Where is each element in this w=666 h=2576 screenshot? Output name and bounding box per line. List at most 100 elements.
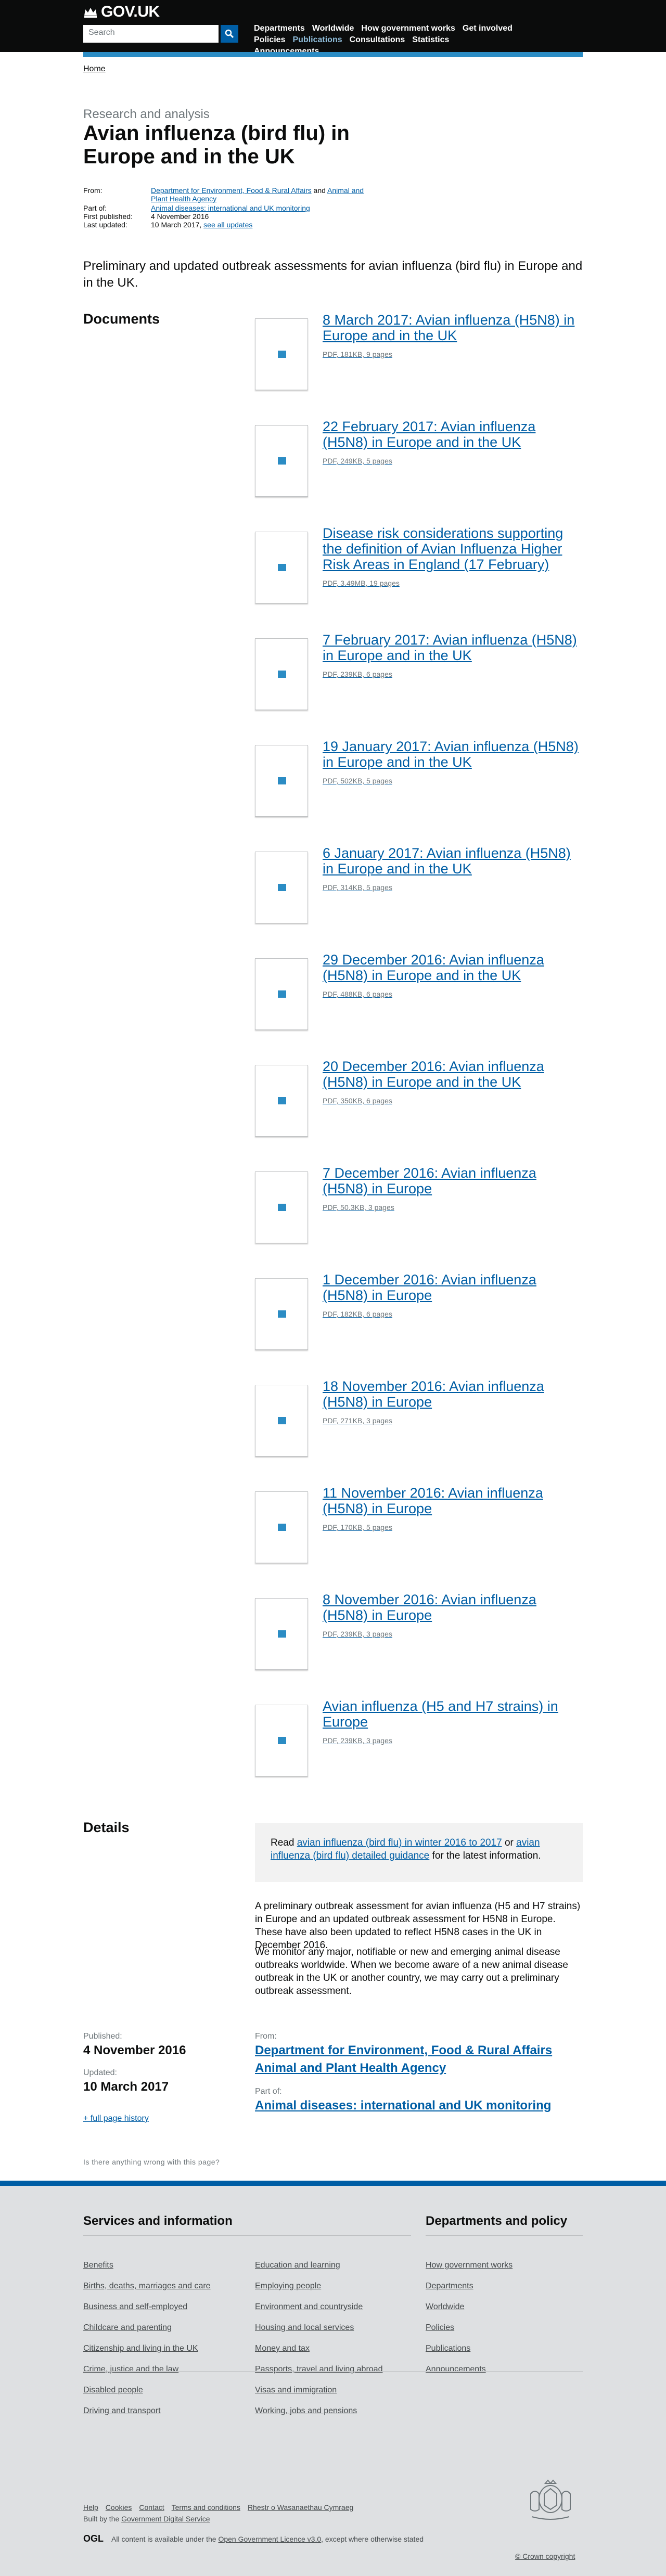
govuk-logo[interactable]: GOV.UK <box>101 3 160 21</box>
search-input[interactable]: Search <box>83 25 219 43</box>
document-icon <box>278 1524 286 1531</box>
footer-link[interactable]: Benefits <box>83 2261 113 2270</box>
document-title-link[interactable]: Avian influenza (H5 and H7 strains) in E… <box>323 1698 558 1730</box>
meta-partof-link[interactable]: Animal diseases: international and UK mo… <box>151 204 310 212</box>
document-thumbnail[interactable] <box>255 1705 308 1776</box>
document-item: 8 March 2017: Avian influenza (H5N8) in … <box>255 312 588 395</box>
footer-link[interactable]: Crime, justice and the law <box>83 2365 178 2374</box>
document-thumbnail[interactable] <box>255 532 308 603</box>
footer-bottom-links: Help Cookies Contact Terms and conditions Rh… <box>83 2503 361 2511</box>
document-thumbnail[interactable] <box>255 1065 308 1137</box>
footer-link[interactable]: How government works <box>426 2261 513 2270</box>
document-meta: PDF, 271KB, 3 pages <box>323 1416 392 1425</box>
document-title-link[interactable]: Disease risk considerations supporting t… <box>323 525 563 572</box>
footer-link[interactable]: Publications <box>426 2344 470 2353</box>
document-icon <box>278 1097 286 1104</box>
meta-see-all-updates-link[interactable]: see all updates <box>203 221 252 229</box>
footer-link[interactable]: Education and learning <box>255 2261 340 2270</box>
document-title-link[interactable]: 22 February 2017: Avian influenza (H5N8)… <box>323 419 535 450</box>
nav-publications[interactable]: Publications <box>292 34 342 46</box>
notice-read: Read <box>271 1837 297 1848</box>
document-title-link[interactable]: 18 November 2016: Avian influenza (H5N8)… <box>323 1379 544 1410</box>
from-apha-link[interactable]: Animal and Plant Health Agency <box>255 2061 446 2076</box>
document-thumbnail[interactable] <box>255 958 308 1030</box>
document-title-link[interactable]: 6 January 2017: Avian influenza (H5N8) i… <box>323 845 571 877</box>
notice-end: for the latest information. <box>429 1850 541 1861</box>
footer-terms-link[interactable]: Terms and conditions <box>172 2503 240 2511</box>
footer-link[interactable]: Announcements <box>426 2365 486 2374</box>
nav-departments[interactable]: Departments <box>254 23 305 34</box>
ogl-link[interactable]: Open Government Licence v3.0 <box>218 2535 321 2543</box>
nav-statistics[interactable]: Statistics <box>412 34 449 46</box>
document-thumbnail[interactable] <box>255 1278 308 1350</box>
footer-link[interactable]: Housing and local services <box>255 2323 354 2333</box>
document-item: 6 January 2017: Avian influenza (H5N8) i… <box>255 845 588 929</box>
gds-link[interactable]: Government Digital Service <box>121 2515 210 2523</box>
report-problem-link[interactable]: Is there anything wrong with this page? <box>83 2158 220 2166</box>
nav-consultations[interactable]: Consultations <box>350 34 405 46</box>
document-title-link[interactable]: 1 December 2016: Avian influenza (H5N8) … <box>323 1272 536 1303</box>
footer-link[interactable]: Visas and immigration <box>255 2386 337 2395</box>
document-icon <box>278 884 286 891</box>
nav-how-government-works[interactable]: How government works <box>361 23 455 34</box>
document-thumbnail[interactable] <box>255 1171 308 1243</box>
document-meta: PDF, 249KB, 5 pages <box>323 457 392 465</box>
details-heading: Details <box>83 1820 130 1835</box>
document-title-link[interactable]: 7 December 2016: Avian influenza (H5N8) … <box>323 1165 536 1196</box>
notice-link-winter[interactable]: avian influenza (bird flu) in winter 201… <box>297 1837 502 1848</box>
footer-contact-link[interactable]: Contact <box>139 2503 164 2511</box>
footer-link[interactable]: Policies <box>426 2323 454 2333</box>
document-title-link[interactable]: 7 February 2017: Avian influenza (H5N8) … <box>323 632 577 663</box>
meta-from-defra-link[interactable]: Department for Environment, Food & Rural… <box>151 186 312 195</box>
breadcrumb-home[interactable]: Home <box>83 65 106 73</box>
latest-info-notice: Read avian influenza (bird flu) in winte… <box>255 1823 583 1882</box>
built-by-text: Built by the <box>83 2515 122 2523</box>
document-icon <box>278 1310 286 1318</box>
document-title-link[interactable]: 29 December 2016: Avian influenza (H5N8)… <box>323 952 544 983</box>
crown-copyright-link[interactable]: © Crown copyright <box>515 2552 575 2560</box>
footer-link[interactable]: Business and self-employed <box>83 2302 187 2312</box>
footer-link[interactable]: Driving and transport <box>83 2406 161 2416</box>
notice-or: or <box>502 1837 517 1848</box>
nav-get-involved[interactable]: Get involved <box>463 23 513 34</box>
footer-link[interactable]: Worldwide <box>426 2302 464 2312</box>
footer-services-rule <box>83 2235 411 2236</box>
document-thumbnail[interactable] <box>255 425 308 497</box>
footer-link[interactable]: Disabled people <box>83 2386 143 2395</box>
document-thumbnail[interactable] <box>255 745 308 817</box>
footer-link[interactable]: Working, jobs and pensions <box>255 2406 357 2416</box>
footer-link[interactable]: Employing people <box>255 2282 321 2291</box>
footer-link[interactable]: Births, deaths, marriages and care <box>83 2282 211 2291</box>
partof-link[interactable]: Animal diseases: international and UK mo… <box>255 2098 551 2113</box>
document-item: 8 November 2016: Avian influenza (H5N8) … <box>255 1592 588 1675</box>
document-thumbnail[interactable] <box>255 638 308 710</box>
nav-worldwide[interactable]: Worldwide <box>312 23 354 34</box>
document-thumbnail[interactable] <box>255 1385 308 1457</box>
ogl-logo: OGL <box>83 2533 104 2544</box>
search-button[interactable] <box>221 25 238 43</box>
footer-help-link[interactable]: Help <box>83 2503 98 2511</box>
document-item: 20 December 2016: Avian influenza (H5N8)… <box>255 1059 588 1142</box>
document-thumbnail[interactable] <box>255 1598 308 1670</box>
document-thumbnail[interactable] <box>255 1491 308 1563</box>
full-page-history-link[interactable]: + full page history <box>83 2114 149 2123</box>
footer-link[interactable]: Money and tax <box>255 2344 310 2353</box>
footer-welsh-link[interactable]: Rhestr o Wasanaethau Cymraeg <box>248 2503 353 2511</box>
meta-firstpub-value: 4 November 2016 <box>151 212 209 221</box>
footer-link[interactable]: Departments <box>426 2282 473 2291</box>
document-icon <box>278 351 286 358</box>
document-thumbnail[interactable] <box>255 852 308 923</box>
document-title-link[interactable]: 19 January 2017: Avian influenza (H5N8) … <box>323 739 579 770</box>
document-title-link[interactable]: 20 December 2016: Avian influenza (H5N8)… <box>323 1059 544 1090</box>
footer-link[interactable]: Environment and countryside <box>255 2302 363 2312</box>
footer-link[interactable]: Passports, travel and living abroad <box>255 2365 382 2374</box>
document-title-link[interactable]: 11 November 2016: Avian influenza (H5N8)… <box>323 1485 543 1516</box>
document-title-link[interactable]: 8 November 2016: Avian influenza (H5N8) … <box>323 1592 536 1623</box>
from-defra-link[interactable]: Department for Environment, Food & Rural… <box>255 2043 552 2058</box>
footer-link[interactable]: Citizenship and living in the UK <box>83 2344 198 2353</box>
footer-cookies-link[interactable]: Cookies <box>106 2503 132 2511</box>
nav-policies[interactable]: Policies <box>254 34 285 46</box>
document-title-link[interactable]: 8 March 2017: Avian influenza (H5N8) in … <box>323 312 574 343</box>
footer-link[interactable]: Childcare and parenting <box>83 2323 172 2333</box>
document-thumbnail[interactable] <box>255 318 308 390</box>
